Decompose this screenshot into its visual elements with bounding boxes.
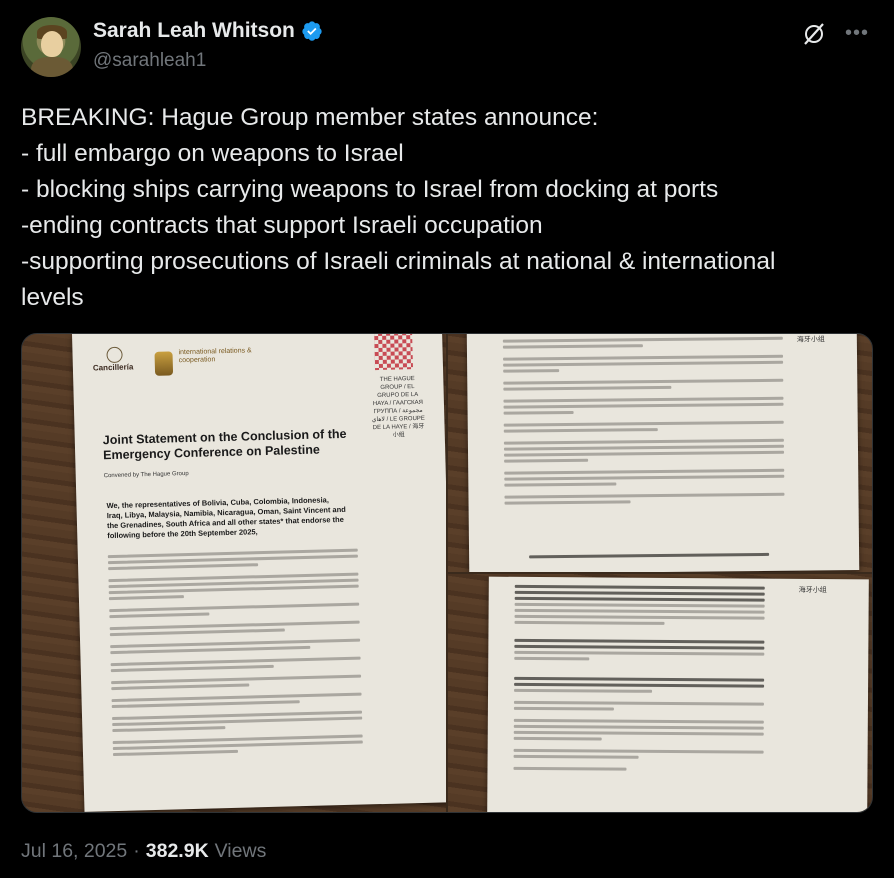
document-logos: Cancillería international relations & co… xyxy=(92,346,254,385)
document-bold-line xyxy=(529,552,770,562)
document-body-text xyxy=(513,688,764,775)
document-bold-text xyxy=(514,584,765,605)
document-title: Joint Statement on the Conclusion of the… xyxy=(102,426,347,463)
media-grid: Cancillería international relations & co… xyxy=(21,333,873,813)
views-label: Views xyxy=(214,840,267,862)
hague-group-logo-icon xyxy=(374,334,414,371)
tweet-text: BREAKING: Hague Group member states anno… xyxy=(21,100,873,316)
tweet-line: - blocking ships carrying weapons to Isr… xyxy=(21,176,719,203)
media-photo-1[interactable]: Cancillería international relations & co… xyxy=(22,334,446,812)
media-photo-3[interactable]: 海牙小组 xyxy=(448,574,872,812)
grok-icon[interactable] xyxy=(801,21,827,47)
document-body-text xyxy=(514,602,765,635)
tweet-line: - full embargo on weapons to Israel xyxy=(21,140,404,167)
author-name-row[interactable]: Sarah Leah Whitson xyxy=(93,19,323,43)
document-convened-by: Convened by The Hague Group xyxy=(103,470,189,480)
tweet-meta: Jul 16, 2025 · 382.9K Views xyxy=(21,840,266,863)
tweet-line: -ending contracts that support Israeli o… xyxy=(21,212,543,239)
tweet-date[interactable]: Jul 16, 2025 xyxy=(21,840,127,863)
dirco-logo-text: international relations & cooperation xyxy=(178,347,252,365)
more-icon[interactable]: ••• xyxy=(845,23,869,43)
tweet-line: -supporting prosecutions of Israeli crim… xyxy=(21,248,776,275)
document-page-1: Cancillería international relations & co… xyxy=(72,334,446,812)
document-page-3: 海牙小组 xyxy=(487,576,869,812)
document-page-2: 海牙小组 xyxy=(466,334,860,572)
document-corner-label: 海牙小组 xyxy=(798,586,827,595)
document-corner-label: 海牙小组 xyxy=(796,336,825,344)
avatar[interactable] xyxy=(21,17,81,77)
verified-badge-icon xyxy=(302,21,322,41)
tweet-header: Sarah Leah Whitson @sarahleah1 ••• xyxy=(21,17,873,79)
south-africa-emblem-icon xyxy=(154,351,174,376)
document-body-text xyxy=(514,650,765,671)
hague-group-names: THE HAGUE GROUP / EL GRUPO DE LA HAYA / … xyxy=(371,376,425,439)
meta-separator: · xyxy=(133,840,140,862)
document-body-text xyxy=(502,336,785,514)
cancilleria-logo-text: Cancillería xyxy=(92,362,134,373)
document-body-text xyxy=(107,548,363,759)
tweet-line: levels xyxy=(21,284,84,311)
author-display-name[interactable]: Sarah Leah Whitson xyxy=(93,19,295,43)
author-handle[interactable]: @sarahleah1 xyxy=(93,50,206,72)
document-bold-intro: We, the representatives of Bolivia, Cuba… xyxy=(106,495,346,541)
tweet-line: BREAKING: Hague Group member states anno… xyxy=(21,104,599,131)
media-photo-2[interactable]: 海牙小组 xyxy=(448,334,872,572)
cancilleria-emblem-icon xyxy=(106,346,123,364)
views-count: 382.9K xyxy=(145,840,209,862)
